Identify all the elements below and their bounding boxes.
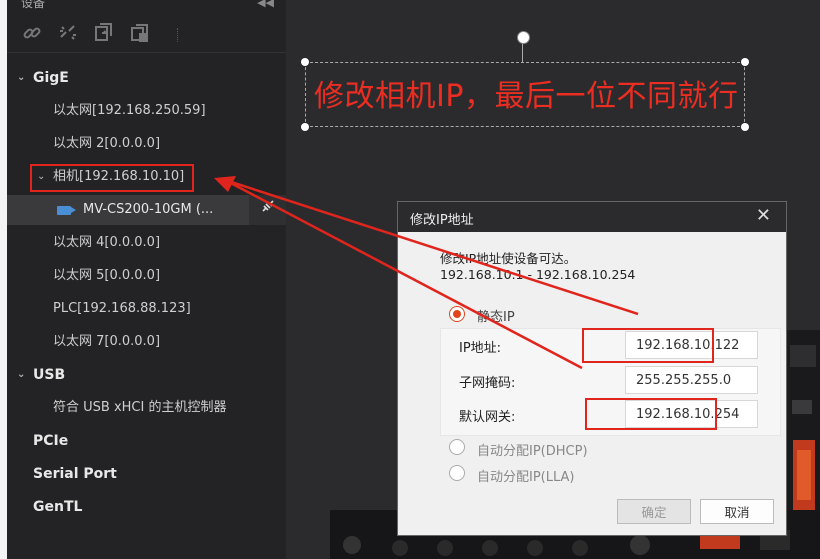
arrow-to-annotation (224, 178, 639, 316)
annotation-arrows (214, 176, 639, 370)
arrow-to-ip-field (224, 178, 583, 370)
